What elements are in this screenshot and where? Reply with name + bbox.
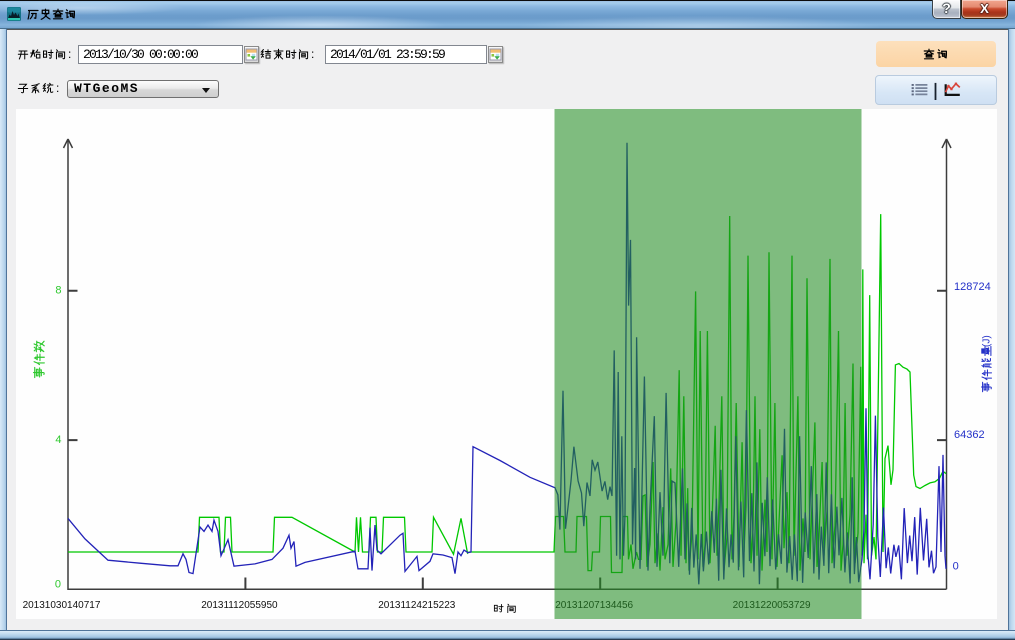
svg-text:128724: 128724	[954, 281, 991, 293]
svg-text:20131124215223: 20131124215223	[378, 600, 456, 611]
svg-text:20131030140717: 20131030140717	[23, 600, 101, 611]
svg-text:4: 4	[55, 434, 61, 446]
svg-text:8: 8	[55, 285, 61, 297]
svg-text:(J): (J)	[982, 335, 993, 347]
svg-text:20131112055950: 20131112055950	[201, 600, 278, 611]
svg-text:0: 0	[55, 579, 61, 591]
svg-text:64362: 64362	[954, 429, 985, 441]
svg-text:0: 0	[953, 561, 959, 573]
